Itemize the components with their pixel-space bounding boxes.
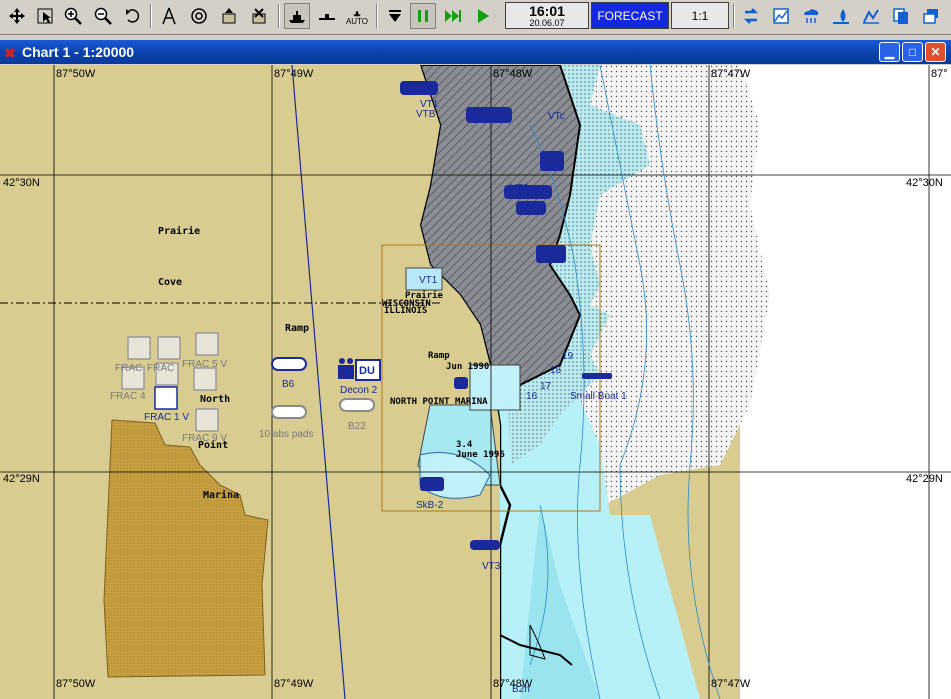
place-north: North xyxy=(200,394,231,405)
lon-label-top-4: 87°47W xyxy=(711,68,751,80)
main-toolbar: AUTO 16:01 20.06.07 FORECAST 1:1 xyxy=(0,0,951,35)
lon-label-top-3: 87°48W xyxy=(493,68,533,80)
open-water-area xyxy=(740,65,951,699)
unit-du-label: DU xyxy=(359,365,375,377)
place-north-point-marina: NORTH POINT MARINA xyxy=(390,397,488,407)
unit-sk19: 19 xyxy=(562,351,574,362)
sync-icon[interactable] xyxy=(738,3,764,29)
unit-small-boat: Small Boat 1 xyxy=(570,391,627,402)
unit-sk17: 17 xyxy=(540,381,552,392)
chart-window-title: Chart 1 - 1:20000 xyxy=(22,44,135,60)
lon-label-top-2: 87°49W xyxy=(274,68,314,80)
place-prairie: Prairie xyxy=(158,226,201,237)
unit-vtc: VTc xyxy=(548,111,565,122)
unit-vt3c: VT3c xyxy=(510,183,534,194)
unit-frac9: FRAC 9 V xyxy=(182,433,228,444)
toolbar-separator xyxy=(733,4,735,28)
toolbar-separator xyxy=(278,4,280,28)
pan-icon[interactable] xyxy=(4,3,30,29)
unit-frac5: FRAC 5 V xyxy=(182,359,228,370)
unit-b6: B6 xyxy=(282,379,295,390)
graph-icon[interactable] xyxy=(768,3,794,29)
toolbar-separator xyxy=(150,4,152,28)
lat-label-right-1: 42°30N xyxy=(906,177,943,189)
unit-skb2: SkB-2 xyxy=(416,500,444,511)
forecast-button[interactable]: FORECAST xyxy=(591,2,669,29)
place-ramp: Ramp xyxy=(285,323,310,334)
target-icon[interactable] xyxy=(186,3,212,29)
play-icon[interactable] xyxy=(470,3,496,29)
unit-vt3: VT3 xyxy=(482,561,501,572)
select-icon[interactable] xyxy=(32,3,58,29)
chart-window-icon: ✖ xyxy=(4,45,16,61)
toolbar-separator xyxy=(376,4,378,28)
close-button[interactable]: ✕ xyxy=(925,42,946,62)
chart-window-titlebar[interactable]: ✖ Chart 1 - 1:20000 ▁ □ ✕ xyxy=(0,40,951,64)
time-scale-button[interactable]: 1:1 xyxy=(671,2,729,29)
auto-label: AUTO xyxy=(345,17,369,26)
undo-icon[interactable] xyxy=(120,3,146,29)
place-marina: Marina xyxy=(203,490,240,501)
import-icon[interactable] xyxy=(246,3,272,29)
unit-frac-b: FRAC 4 xyxy=(110,391,146,402)
unit-b2n: B2n xyxy=(512,684,530,695)
pause-icon[interactable] xyxy=(410,3,436,29)
unit-vtb: VTB xyxy=(416,109,436,120)
clock-time: 16:01 xyxy=(529,3,565,19)
step-down-icon[interactable] xyxy=(382,3,408,29)
chart-map[interactable]: 87°50W 87°49W 87°48W 87°47W 87° 87°50W 8… xyxy=(0,65,951,699)
slick-label-june: June 1996 xyxy=(456,450,505,460)
export-icon[interactable] xyxy=(216,3,242,29)
place-ramp-2: Ramp xyxy=(428,351,450,361)
clock-date: 20.06.07 xyxy=(529,18,565,28)
unit-frac-a: FRAC xyxy=(115,363,143,374)
unit-decon2: Decon 2 xyxy=(340,385,378,396)
auto-button[interactable]: AUTO xyxy=(344,3,370,29)
lat-label-left-1: 42°30N xyxy=(3,177,40,189)
oil-drop-icon[interactable] xyxy=(828,3,854,29)
submarine-icon[interactable] xyxy=(314,3,340,29)
lat-label-right-2: 42°29N xyxy=(906,473,943,485)
weather-icon[interactable] xyxy=(798,3,824,29)
unit-frac-c: FRAC xyxy=(147,363,175,374)
simulation-clock: 16:01 20.06.07 xyxy=(505,2,589,29)
place-prairie-small: Prairie xyxy=(405,291,443,301)
fast-forward-icon[interactable] xyxy=(440,3,466,29)
slick-icon[interactable] xyxy=(858,3,884,29)
zoom-in-icon[interactable] xyxy=(60,3,86,29)
place-jap: Jun 1990 xyxy=(446,362,490,372)
unit-vt1: VT1 xyxy=(419,275,438,286)
place-illinois: ILLINOIS xyxy=(384,306,428,316)
lon-label-top-5: 87° xyxy=(931,68,948,80)
place-cove: Cove xyxy=(158,277,183,288)
unit-sk18: 18 xyxy=(550,365,562,376)
zoom-out-icon[interactable] xyxy=(90,3,116,29)
chart-canvas xyxy=(0,65,951,699)
lon-label-bottom-4: 87°47W xyxy=(711,678,751,690)
maximize-button[interactable]: □ xyxy=(902,42,923,62)
layers-icon[interactable] xyxy=(918,3,944,29)
unit-frac1: FRAC 1 V xyxy=(144,412,190,423)
unit-abs-pads: 10 abs pads xyxy=(259,429,314,440)
copy-icon[interactable] xyxy=(888,3,914,29)
ship-icon[interactable] xyxy=(284,3,310,29)
unit-b22: B22 xyxy=(348,421,366,432)
unit-sk16: 16 xyxy=(526,391,538,402)
lon-label-bottom-2: 87°49W xyxy=(274,678,314,690)
lat-label-left-2: 42°29N xyxy=(3,473,40,485)
compass-icon[interactable] xyxy=(156,3,182,29)
lon-label-top-1: 87°50W xyxy=(56,68,96,80)
minimize-button[interactable]: ▁ xyxy=(879,42,900,62)
lon-label-bottom-1: 87°50W xyxy=(56,678,96,690)
